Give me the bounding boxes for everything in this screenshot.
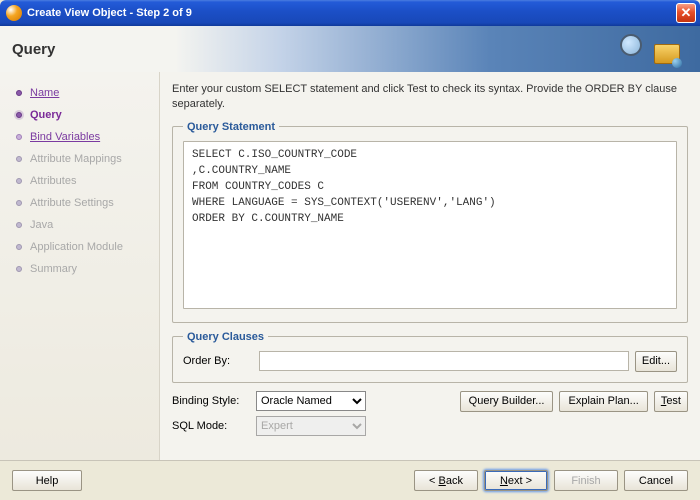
instruction-text: Enter your custom SELECT statement and c… [172, 82, 688, 113]
nav-item-query: Query [16, 104, 159, 126]
nav-item-summary: Summary [16, 258, 159, 280]
nav-step-dot-icon [16, 244, 22, 250]
nav-item-label: Java [30, 219, 53, 231]
next-button[interactable]: Next > [484, 470, 548, 491]
nav-item-label: Bind Variables [30, 131, 100, 143]
nav-item-label: Attributes [30, 175, 76, 187]
close-icon[interactable]: ✕ [676, 3, 696, 23]
nav-step-dot-icon [16, 156, 22, 162]
test-button[interactable]: Test [654, 391, 688, 412]
window-title: Create View Object - Step 2 of 9 [27, 7, 676, 19]
order-by-input[interactable] [259, 351, 629, 371]
nav-item-java: Java [16, 214, 159, 236]
nav-step-dot-icon [16, 222, 22, 228]
nav-step-dot-icon [16, 178, 22, 184]
binding-style-select[interactable]: Oracle Named [256, 391, 366, 411]
wizard-content: Enter your custom SELECT statement and c… [160, 72, 700, 460]
cancel-button[interactable]: Cancel [624, 470, 688, 491]
sql-mode-label: SQL Mode: [172, 420, 250, 432]
query-builder-button[interactable]: Query Builder... [460, 391, 554, 412]
query-clauses-group: Query Clauses Order By: Edit... [172, 331, 688, 383]
nav-item-attribute-settings: Attribute Settings [16, 192, 159, 214]
nav-item-bind-variables[interactable]: Bind Variables [16, 126, 159, 148]
nav-step-dot-icon [16, 112, 22, 118]
nav-step-dot-icon [16, 200, 22, 206]
nav-item-label: Application Module [30, 241, 123, 253]
wizard-header: Query [0, 26, 700, 72]
nav-step-dot-icon [16, 90, 22, 96]
nav-item-label: Attribute Settings [30, 197, 114, 209]
nav-item-label: Query [30, 109, 62, 121]
nav-item-name[interactable]: Name [16, 82, 159, 104]
nav-step-dot-icon [16, 134, 22, 140]
query-statement-group: Query Statement [172, 121, 688, 323]
nav-step-dot-icon [16, 266, 22, 272]
query-statement-legend: Query Statement [183, 121, 279, 133]
finish-button: Finish [554, 470, 618, 491]
nav-item-attributes: Attributes [16, 170, 159, 192]
nav-item-label: Name [30, 87, 59, 99]
query-clauses-legend: Query Clauses [183, 331, 268, 343]
wizard-logo-icon [620, 32, 680, 66]
back-button[interactable]: < Back [414, 470, 478, 491]
explain-plan-button[interactable]: Explain Plan... [559, 391, 647, 412]
nav-item-application-module: Application Module [16, 236, 159, 258]
page-title: Query [12, 41, 55, 58]
order-by-label: Order By: [183, 355, 253, 367]
query-statement-textarea[interactable] [183, 141, 677, 309]
nav-item-label: Attribute Mappings [30, 153, 122, 165]
nav-item-attribute-mappings: Attribute Mappings [16, 148, 159, 170]
app-icon [6, 5, 22, 21]
nav-item-label: Summary [30, 263, 77, 275]
binding-style-label: Binding Style: [172, 395, 250, 407]
sql-mode-select: Expert [256, 416, 366, 436]
title-bar: Create View Object - Step 2 of 9 ✕ [0, 0, 700, 26]
edit-order-by-button[interactable]: Edit... [635, 351, 677, 372]
wizard-nav: Name Query Bind Variables Attribute Mapping… [0, 72, 160, 460]
help-button[interactable]: Help [12, 470, 82, 491]
wizard-footer: Help < Back Next > Finish Cancel [0, 460, 700, 500]
